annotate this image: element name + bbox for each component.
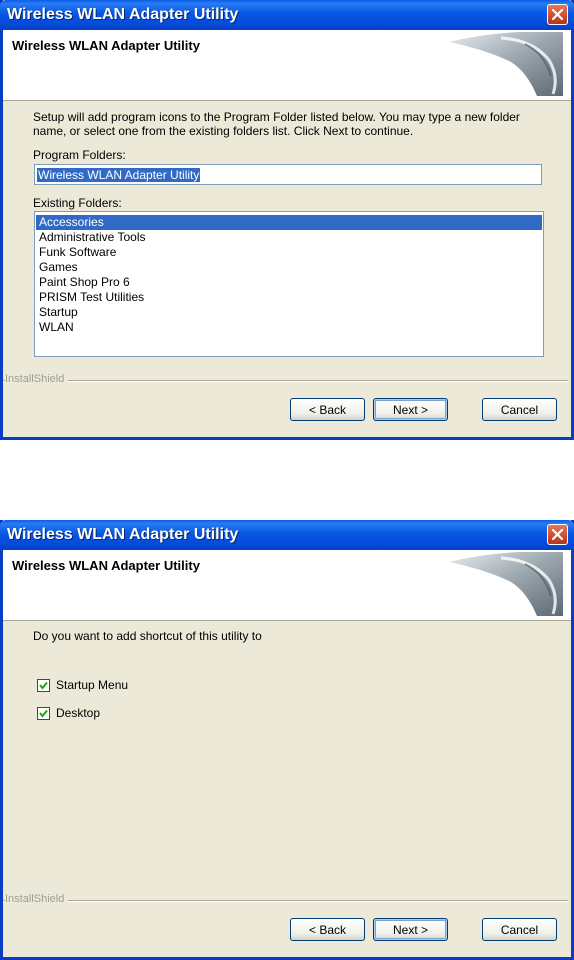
window-title: Wireless WLAN Adapter Utility [7,526,239,543]
window-title: Wireless WLAN Adapter Utility [7,6,239,23]
program-folder-value: Wireless WLAN Adapter Utility [37,168,201,182]
close-button[interactable] [547,524,568,545]
existing-folders-list[interactable]: Accessories Administrative Tools Funk So… [34,211,544,357]
next-button[interactable]: Next > [373,918,448,941]
divider-line [3,900,568,902]
list-item[interactable]: PRISM Test Utilities [36,290,542,305]
instructions-line2: name, or select one from the existing fo… [33,124,414,138]
header-panel: Wireless WLAN Adapter Utility [3,550,571,621]
title-bar[interactable]: Wireless WLAN Adapter Utility [0,520,574,550]
desktop-label: Desktop [56,706,101,720]
checkmark-icon [39,681,48,690]
installshield-brand: InstallShield [5,893,69,905]
header-panel: Wireless WLAN Adapter Utility [3,30,571,101]
installshield-divider: InstallShield [3,373,571,387]
cancel-button[interactable]: Cancel [482,398,557,421]
installshield-logo-icon [449,552,563,616]
list-item[interactable]: Paint Shop Pro 6 [36,275,542,290]
shortcut-question: Do you want to add shortcut of this util… [33,629,262,643]
close-button[interactable] [547,4,568,25]
installshield-brand: InstallShield [5,373,69,385]
close-icon [551,8,564,21]
installshield-divider: InstallShield [3,893,571,907]
program-folder-input[interactable]: Wireless WLAN Adapter Utility [34,164,542,185]
header-title: Wireless WLAN Adapter Utility [12,558,200,573]
list-item[interactable]: Administrative Tools [36,230,542,245]
list-item[interactable]: WLAN [36,320,542,335]
instructions: Setup will add program icons to the Prog… [33,110,520,138]
checkmark-icon [39,709,48,718]
setup-dialog-program-folder: Wireless WLAN Adapter Utility Wireless W… [0,0,574,440]
header-title: Wireless WLAN Adapter Utility [12,38,200,53]
list-item[interactable]: Accessories [36,215,542,230]
setup-dialog-shortcuts: Wireless WLAN Adapter Utility Wireless W… [0,520,574,960]
close-icon [551,528,564,541]
back-button[interactable]: < Back [290,918,365,941]
startup-menu-checkbox[interactable] [37,679,50,692]
desktop-checkbox[interactable] [37,707,50,720]
next-button[interactable]: Next > [373,398,448,421]
existing-folders-label: Existing Folders: [33,196,122,210]
instructions-line1: Setup will add program icons to the Prog… [33,110,520,124]
list-item[interactable]: Funk Software [36,245,542,260]
list-item[interactable]: Startup [36,305,542,320]
startup-menu-label: Startup Menu [56,678,129,692]
title-bar[interactable]: Wireless WLAN Adapter Utility [0,0,574,30]
back-button[interactable]: < Back [290,398,365,421]
program-folders-label: Program Folders: [33,148,126,162]
cancel-button[interactable]: Cancel [482,918,557,941]
installshield-logo-icon [449,32,563,96]
list-item[interactable]: Games [36,260,542,275]
divider-line [3,380,568,382]
